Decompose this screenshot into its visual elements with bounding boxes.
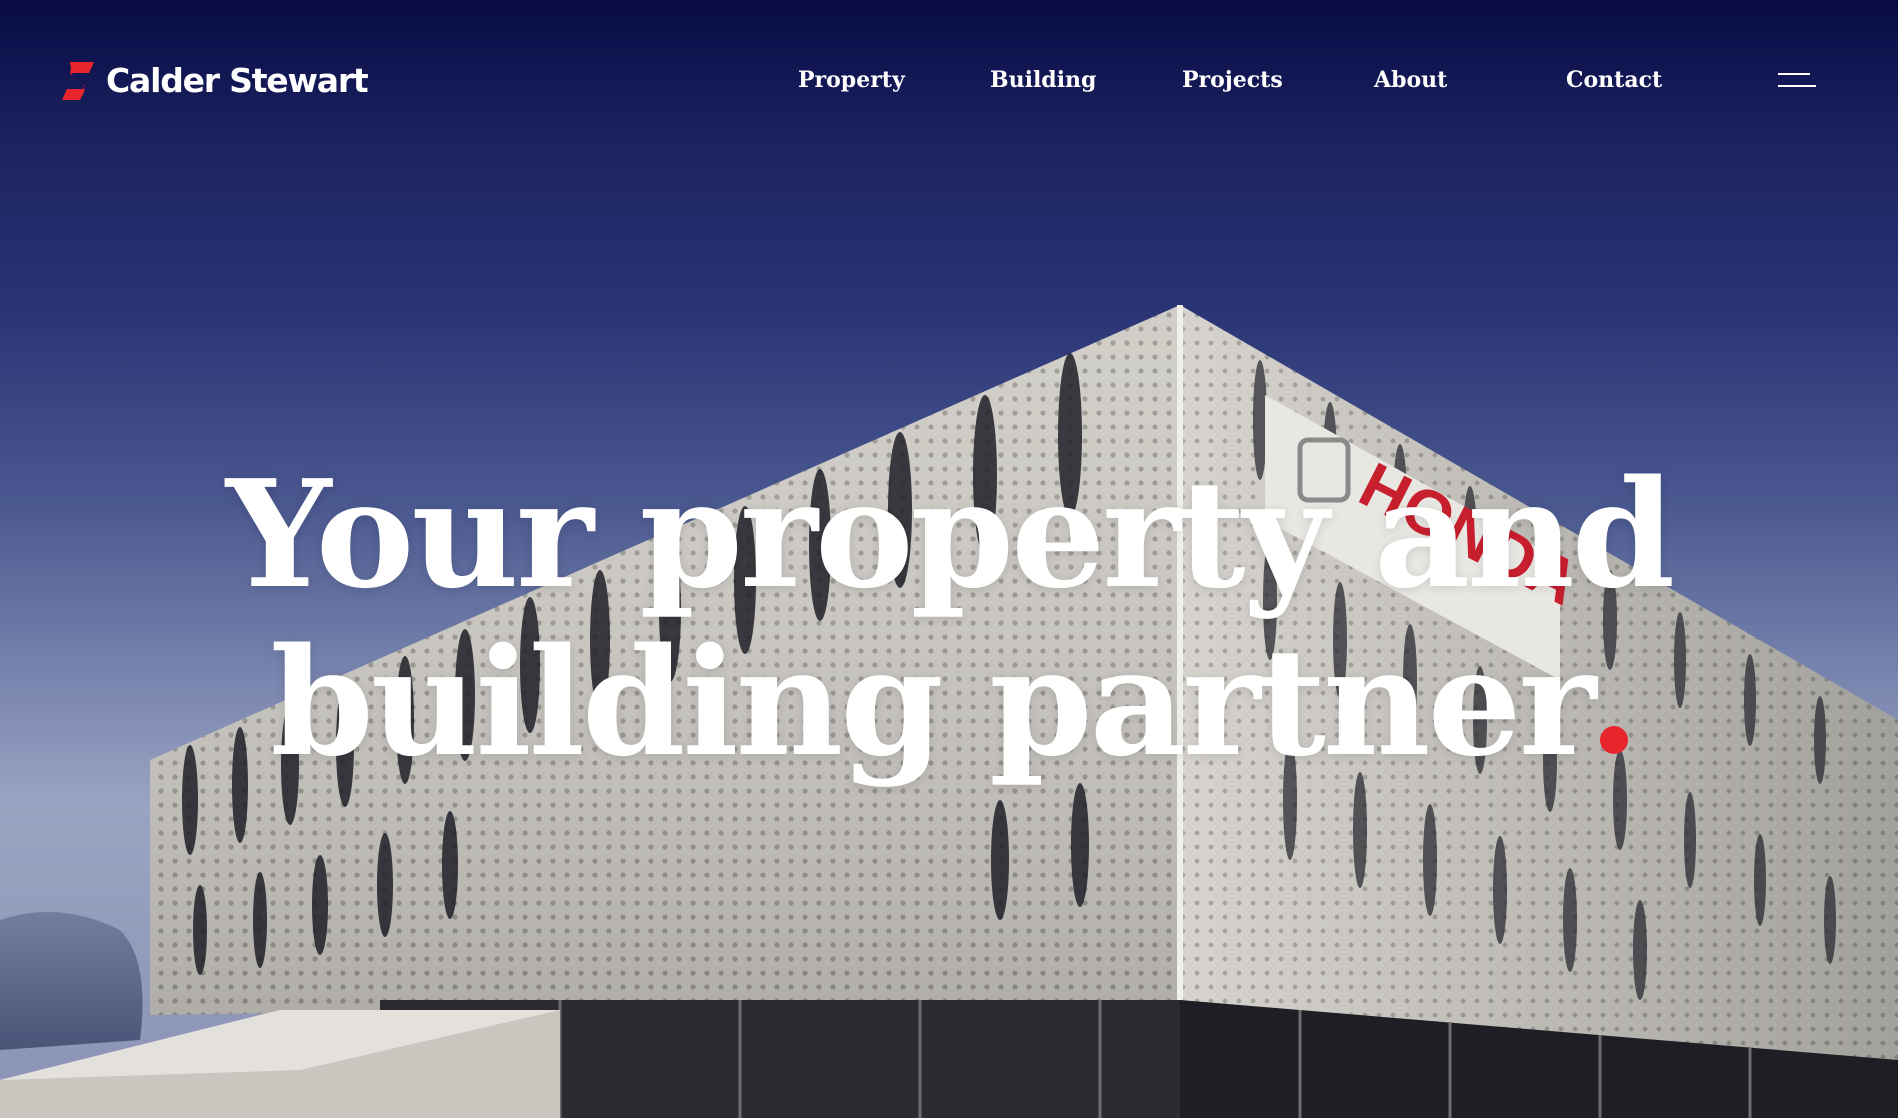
brand-s-mark-icon bbox=[62, 62, 94, 100]
nav-link-projects[interactable]: Projects bbox=[1182, 62, 1283, 98]
brand-name: Calder Stewart bbox=[106, 61, 369, 100]
headline-line-2-wrap: building partner bbox=[0, 618, 1898, 786]
hero-section: HONDA Calder Stewart Property Building P… bbox=[0, 0, 1898, 1118]
red-dot-icon bbox=[1599, 726, 1628, 754]
menu-line bbox=[1778, 73, 1810, 75]
brand-logo[interactable]: Calder Stewart bbox=[58, 58, 369, 104]
headline-line-1: Your property and bbox=[225, 447, 1675, 621]
nav-link-contact[interactable]: Contact bbox=[1566, 62, 1662, 98]
hero-headline: Your property and building partner bbox=[0, 450, 1898, 786]
headline-line-2: building partner bbox=[270, 615, 1596, 789]
nav-link-property[interactable]: Property bbox=[798, 62, 905, 98]
menu-line bbox=[1778, 85, 1816, 87]
nav-link-building[interactable]: Building bbox=[990, 62, 1096, 98]
hamburger-menu-icon[interactable] bbox=[1772, 66, 1816, 94]
nav-link-about[interactable]: About bbox=[1374, 62, 1447, 98]
